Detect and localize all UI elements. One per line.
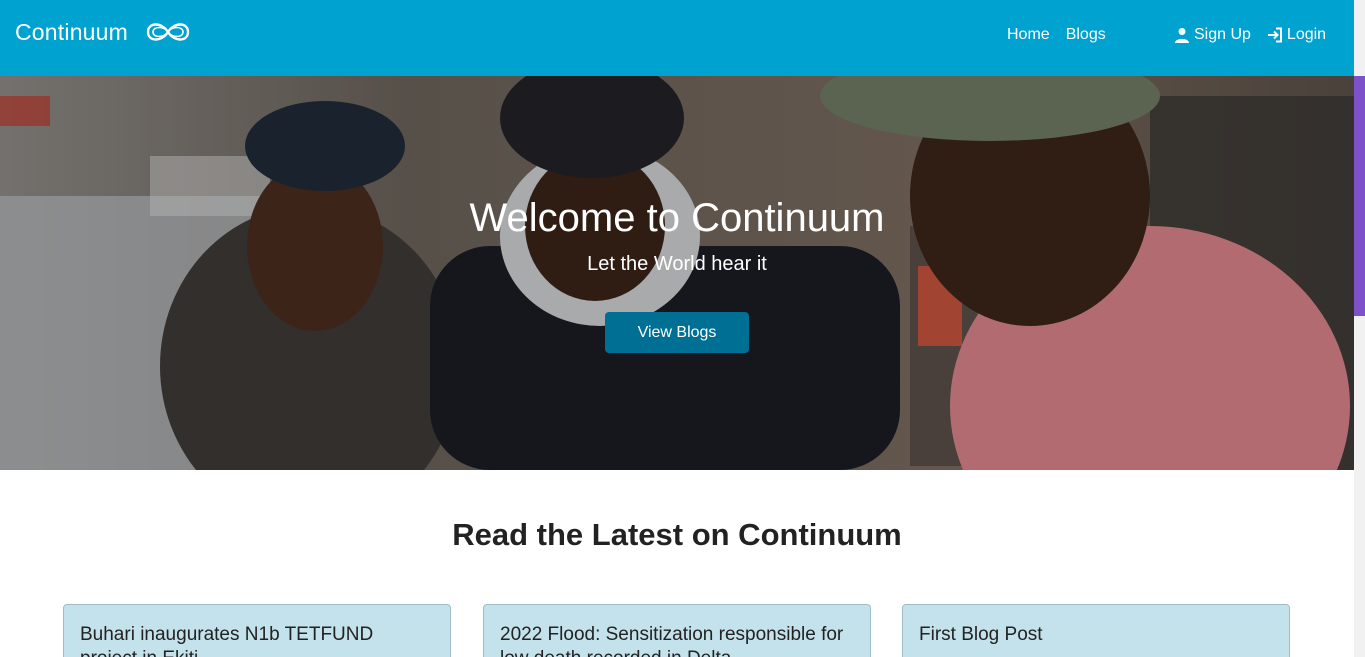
section-title: Read the Latest on Continuum bbox=[452, 517, 902, 552]
hero-title: Welcome to Continuum bbox=[469, 196, 885, 240]
nav-home-link[interactable]: Home bbox=[1007, 26, 1050, 44]
blog-card-title[interactable]: Buhari inaugurates N1b TETFUND project i… bbox=[80, 623, 434, 657]
main-nav: Home Blogs bbox=[1007, 26, 1106, 44]
blog-card[interactable]: First Blog Post bbox=[902, 604, 1290, 657]
top-navbar: Continuum Home Blogs Sign Up Login bbox=[0, 0, 1354, 76]
nav-blogs-link[interactable]: Blogs bbox=[1066, 26, 1106, 44]
auth-links: Sign Up Login bbox=[1174, 26, 1326, 44]
signup-link[interactable]: Sign Up bbox=[1174, 26, 1251, 44]
login-link[interactable]: Login bbox=[1267, 26, 1326, 44]
blog-card[interactable]: Buhari inaugurates N1b TETFUND project i… bbox=[63, 604, 451, 657]
infinity-icon bbox=[146, 23, 190, 41]
user-icon bbox=[1175, 28, 1189, 43]
brand-name[interactable]: Continuum bbox=[15, 19, 128, 46]
sign-in-icon bbox=[1267, 27, 1282, 43]
login-label: Login bbox=[1286, 26, 1327, 43]
hero-banner: Welcome to Continuum Let the World hear … bbox=[0, 76, 1354, 470]
brand[interactable]: Continuum bbox=[15, 18, 194, 46]
blog-card-title[interactable]: First Blog Post bbox=[919, 623, 1273, 647]
hero-subtitle: Let the World hear it bbox=[587, 253, 767, 275]
blog-card-title[interactable]: 2022 Flood: Sensitization responsible fo… bbox=[500, 623, 854, 657]
signup-label: Sign Up bbox=[1194, 26, 1251, 43]
page-scrollbar-thumb[interactable] bbox=[1354, 76, 1365, 316]
blog-card[interactable]: 2022 Flood: Sensitization responsible fo… bbox=[483, 604, 871, 657]
view-blogs-button[interactable]: View Blogs bbox=[605, 312, 749, 353]
